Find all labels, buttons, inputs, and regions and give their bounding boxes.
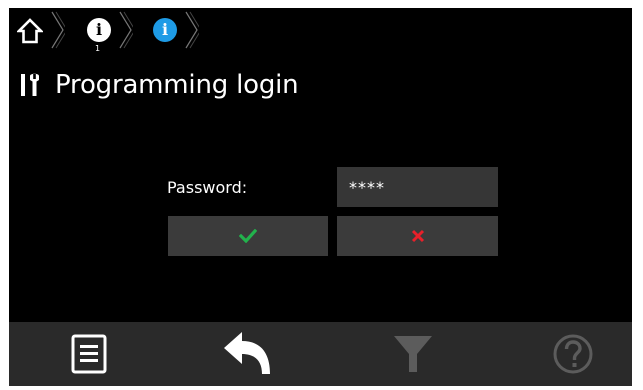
confirm-button[interactable] [168, 216, 328, 256]
breadcrumb-separator-icon [51, 11, 65, 49]
screen: i 1 i Programming login Password: [9, 8, 632, 386]
page-title: Programming login [55, 70, 299, 100]
x-icon [411, 229, 424, 243]
check-icon [239, 229, 257, 243]
home-icon[interactable] [17, 18, 43, 44]
back-button[interactable] [209, 322, 289, 386]
menu-list-icon [71, 334, 107, 374]
password-input[interactable] [337, 167, 498, 207]
breadcrumb-separator-icon [185, 11, 199, 49]
breadcrumb-info-active-icon[interactable]: i [153, 18, 177, 42]
filter-icon [394, 336, 432, 372]
password-label: Password: [167, 178, 248, 197]
bottom-toolbar [9, 322, 632, 386]
help-button[interactable] [533, 322, 613, 386]
breadcrumb-info-icon[interactable]: i [87, 18, 111, 42]
back-arrow-icon [224, 332, 270, 374]
cancel-button[interactable] [337, 216, 498, 256]
tools-icon [21, 73, 39, 96]
page-header: Programming login [19, 68, 299, 102]
menu-button[interactable] [49, 322, 129, 386]
breadcrumb-sub-number: 1 [95, 44, 101, 53]
filter-button[interactable] [373, 322, 453, 386]
help-icon [553, 334, 593, 374]
breadcrumb-separator-icon [119, 11, 133, 49]
